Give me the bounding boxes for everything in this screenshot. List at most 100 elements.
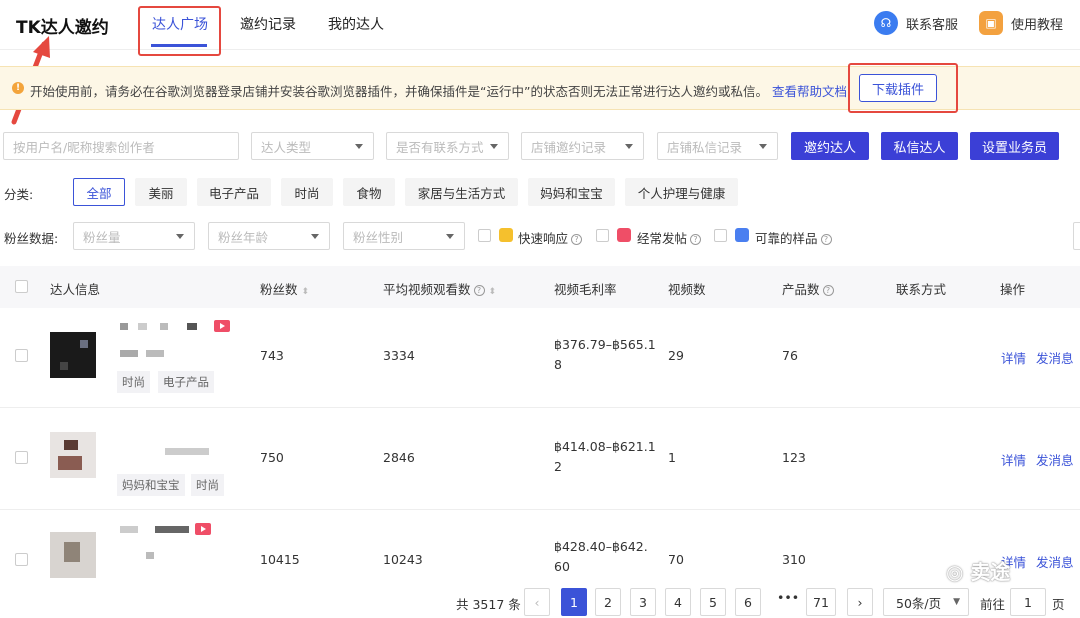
frequent-post-checkbox[interactable]	[596, 229, 609, 242]
fans-count-select[interactable]: 粉丝量	[73, 222, 195, 250]
help-icon[interactable]: ?	[690, 234, 702, 245]
avg-views-value: 3334	[383, 348, 415, 363]
avatar-pixel	[50, 432, 96, 478]
column-videos: 视频数	[668, 282, 706, 297]
column-fans-label: 粉丝数	[260, 282, 298, 297]
fans-age-select[interactable]: 粉丝年龄	[208, 222, 330, 250]
dm-record-select-label: 店铺私信记录	[667, 139, 743, 155]
dm-creators-button[interactable]: 私信达人	[881, 132, 958, 160]
column-avg-views[interactable]: 平均视频观看数? ⬍	[383, 279, 496, 298]
support-link[interactable]: 联系客服	[906, 14, 958, 33]
detail-link[interactable]: 详情	[1001, 348, 1026, 367]
redacted-name	[187, 323, 197, 330]
watermark-icon: ◎	[946, 560, 964, 584]
watermark-text: 卖途	[970, 560, 1011, 584]
help-icon[interactable]: ?	[571, 234, 583, 245]
invite-creators-button[interactable]: 邀约达人	[791, 132, 869, 160]
page-unit-label: 页	[1052, 597, 1065, 612]
redacted-name	[120, 323, 128, 330]
search-input[interactable]: 按用户名/昵称搜索创作者	[3, 132, 239, 160]
book-icon[interactable]: ▣	[979, 11, 1003, 35]
table-row: 妈妈和宝宝 时尚 750 2846 ฿414.08–฿621.1 2 1 123 …	[0, 408, 1080, 510]
sort-icon[interactable]: ⬍	[489, 287, 497, 297]
fans-gender-select-label: 粉丝性别	[353, 229, 404, 245]
margin-line2: 8	[554, 357, 562, 372]
category-food[interactable]: 食物	[343, 178, 395, 206]
page-button-last[interactable]: 71	[806, 588, 836, 616]
fans-value: 743	[260, 348, 284, 363]
avatar-pixel	[64, 440, 78, 450]
creator-tag: 时尚	[191, 474, 224, 496]
dm-record-select[interactable]: 店铺私信记录	[657, 132, 778, 160]
avatar[interactable]	[50, 332, 96, 378]
category-home-lifestyle[interactable]: 家居与生活方式	[405, 178, 518, 206]
fans-gender-select[interactable]: 粉丝性别	[343, 222, 465, 250]
chevron-down-icon: ▼	[953, 597, 960, 607]
row-checkbox[interactable]	[15, 451, 28, 464]
message-link[interactable]: 发消息	[1036, 552, 1074, 571]
page-button-1[interactable]: 1	[561, 588, 587, 616]
margin-line1: ฿376.79–฿565.1	[554, 337, 656, 352]
category-personal-care[interactable]: 个人护理与健康	[625, 178, 738, 206]
video-badge-icon	[195, 523, 211, 535]
page-button-2[interactable]: 2	[595, 588, 621, 616]
chevron-left-icon: ‹	[534, 594, 540, 610]
headset-icon[interactable]: ☊	[874, 11, 898, 35]
message-link[interactable]: 发消息	[1036, 450, 1074, 469]
redacted-name	[160, 323, 168, 330]
notice-text: 开始使用前，请务必在谷歌浏览器登录店铺并安装谷歌浏览器插件，并确保插件是“运行中…	[30, 84, 768, 99]
sort-icon[interactable]: ⬍	[302, 287, 310, 297]
category-electronics[interactable]: 电子产品	[197, 178, 271, 206]
avatar[interactable]	[50, 432, 96, 478]
invite-record-select-label: 店铺邀约记录	[531, 139, 607, 155]
row-checkbox[interactable]	[15, 553, 28, 566]
help-doc-link[interactable]: 查看帮助文档	[772, 81, 847, 100]
next-page-button[interactable]: ›	[847, 588, 873, 616]
category-beauty[interactable]: 美丽	[135, 178, 187, 206]
detail-link[interactable]: 详情	[1001, 450, 1026, 469]
page-button-6[interactable]: 6	[735, 588, 761, 616]
column-fans[interactable]: 粉丝数 ⬍	[260, 279, 309, 298]
creator-type-select[interactable]: 达人类型	[251, 132, 374, 160]
page-size-select[interactable]: 50条/页 ▼	[883, 588, 969, 616]
prev-page-button[interactable]: ‹	[524, 588, 550, 616]
select-all-checkbox[interactable]	[15, 280, 28, 293]
page-button-4[interactable]: 4	[665, 588, 691, 616]
avatar[interactable]	[50, 532, 96, 578]
annotation-box-tab	[138, 6, 221, 56]
message-link[interactable]: 发消息	[1036, 348, 1074, 367]
chevron-down-icon	[625, 144, 633, 149]
category-mom-baby[interactable]: 妈妈和宝宝	[528, 178, 615, 206]
column-margin: 视频毛利率	[554, 282, 617, 297]
help-icon[interactable]: ?	[473, 285, 485, 296]
column-actions: 操作	[1000, 282, 1026, 297]
redacted-name	[138, 323, 147, 330]
set-salesperson-button[interactable]: 设置业务员	[970, 132, 1059, 160]
help-icon[interactable]: ?	[820, 234, 832, 245]
video-icon	[617, 228, 631, 242]
warning-icon: !	[12, 82, 24, 94]
tutorial-link[interactable]: 使用教程	[1011, 14, 1063, 33]
page-button-5[interactable]: 5	[700, 588, 726, 616]
category-fashion[interactable]: 时尚	[281, 178, 333, 206]
category-all[interactable]: 全部	[73, 178, 125, 206]
download-plugin-button[interactable]: 下载插件	[859, 74, 937, 102]
tab-invite-records[interactable]: 邀约记录	[240, 14, 296, 34]
column-avg-views-label: 平均视频观看数	[383, 282, 471, 297]
creator-tag: 时尚	[117, 371, 150, 393]
contact-select[interactable]: 是否有联系方式	[386, 132, 509, 160]
page-button-3[interactable]: 3	[630, 588, 656, 616]
goto-page-input[interactable]: 1	[1010, 588, 1046, 616]
truncated-control[interactable]	[1073, 222, 1080, 250]
chevron-down-icon	[176, 234, 184, 239]
row-checkbox[interactable]	[15, 349, 28, 362]
chevron-down-icon	[759, 144, 767, 149]
total-count: 共 3517 条	[456, 597, 521, 612]
page-ellipsis[interactable]: •••	[777, 590, 799, 605]
help-icon[interactable]: ?	[822, 285, 834, 296]
reliable-sample-checkbox[interactable]	[714, 229, 727, 242]
invite-record-select[interactable]: 店铺邀约记录	[521, 132, 644, 160]
fast-response-checkbox[interactable]	[478, 229, 491, 242]
tab-my-creators[interactable]: 我的达人	[328, 14, 384, 34]
fans-value: 750	[260, 450, 284, 465]
